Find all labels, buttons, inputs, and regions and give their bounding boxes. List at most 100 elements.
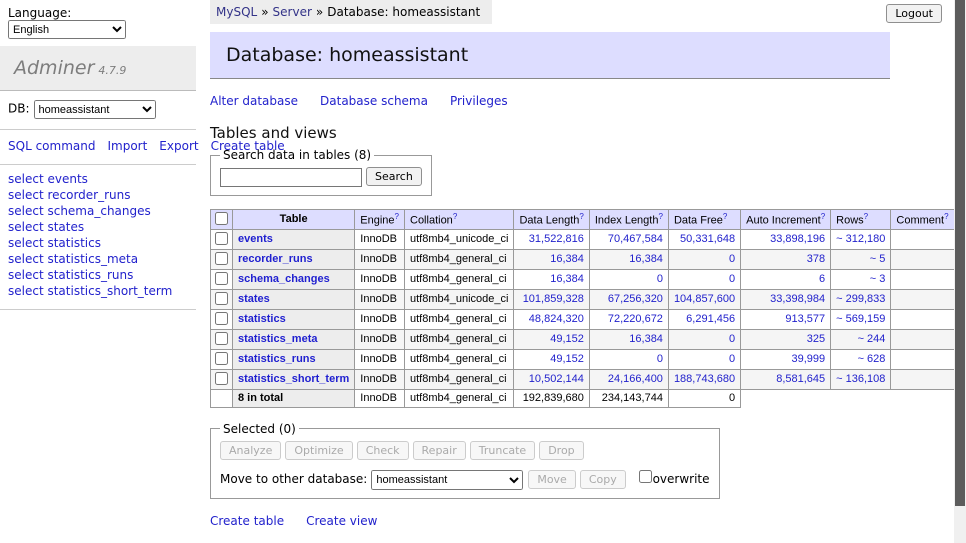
row-checkbox[interactable]: [215, 372, 228, 385]
auto-increment-link[interactable]: 39,999: [792, 353, 826, 365]
optimize-button[interactable]: Optimize: [285, 441, 352, 460]
index-length-link[interactable]: 16,384: [629, 253, 663, 265]
rows-count-link[interactable]: ~ 244: [858, 333, 886, 345]
table-name-link[interactable]: statistics_runs: [238, 353, 316, 365]
rows-count-link[interactable]: ~ 299,833: [836, 293, 885, 305]
table-name-link[interactable]: schema_changes: [238, 273, 330, 285]
help-link[interactable]: ?: [944, 212, 948, 221]
index-length-link[interactable]: 0: [657, 273, 663, 285]
sidebar-item-select-schema-changes[interactable]: select schema_changes: [8, 204, 188, 220]
rows-count-link[interactable]: ~ 312,180: [836, 233, 885, 245]
sidebar-action-sql-command[interactable]: SQL command: [8, 139, 95, 153]
table-name-link[interactable]: statistics: [238, 313, 286, 325]
analyze-button[interactable]: Analyze: [220, 441, 281, 460]
sidebar-action-import[interactable]: Import: [107, 139, 147, 153]
table-name-link[interactable]: events: [238, 233, 273, 245]
help-link[interactable]: ?: [864, 212, 868, 221]
row-checkbox[interactable]: [215, 352, 228, 365]
row-checkbox[interactable]: [215, 272, 228, 285]
logout-button[interactable]: Logout: [886, 4, 942, 23]
link-alter-database[interactable]: Alter database: [210, 94, 298, 108]
rows-count-link[interactable]: ~ 5: [870, 253, 886, 265]
row-checkbox[interactable]: [215, 312, 228, 325]
table-name-link[interactable]: statistics_meta: [238, 333, 318, 345]
sidebar-item-select-statistics-runs[interactable]: select statistics_runs: [8, 268, 188, 284]
row-checkbox[interactable]: [215, 232, 228, 245]
repair-button[interactable]: Repair: [413, 441, 466, 460]
row-checkbox[interactable]: [215, 332, 228, 345]
help-link[interactable]: ?: [821, 212, 825, 221]
truncate-button[interactable]: Truncate: [470, 441, 535, 460]
link-create-table[interactable]: Create table: [210, 514, 284, 528]
data-free-link[interactable]: 0: [729, 273, 735, 285]
scrollbar-thumb[interactable]: [955, 0, 965, 506]
data-free-link[interactable]: 50,331,648: [680, 233, 735, 245]
breadcrumb-item-server[interactable]: Server: [273, 5, 312, 19]
index-length-link[interactable]: 0: [657, 353, 663, 365]
sidebar-item-select-events[interactable]: select events: [8, 172, 188, 188]
rows-count-link[interactable]: ~ 136,108: [836, 373, 885, 385]
search-button[interactable]: Search: [366, 167, 422, 186]
index-length-link[interactable]: 24,166,400: [608, 373, 663, 385]
rows-count-link[interactable]: ~ 628: [858, 353, 886, 365]
data-length-link[interactable]: 48,824,320: [529, 313, 584, 325]
auto-increment-link[interactable]: 325: [807, 333, 825, 345]
data-length-link[interactable]: 101,859,328: [523, 293, 584, 305]
data-length-link[interactable]: 49,152: [550, 333, 584, 345]
row-checkbox[interactable]: [215, 292, 228, 305]
sidebar-action-export[interactable]: Export: [159, 139, 198, 153]
drop-button[interactable]: Drop: [539, 441, 583, 460]
help-link[interactable]: ?: [658, 212, 662, 221]
data-free-link[interactable]: 6,291,456: [686, 313, 735, 325]
copy-button[interactable]: Copy: [580, 470, 626, 489]
index-length-link[interactable]: 70,467,584: [608, 233, 663, 245]
data-free-link[interactable]: 0: [729, 333, 735, 345]
sidebar-item-select-recorder-runs[interactable]: select recorder_runs: [8, 188, 188, 204]
auto-increment-link[interactable]: 33,898,196: [770, 233, 825, 245]
data-length-link[interactable]: 16,384: [550, 273, 584, 285]
rows-count-link[interactable]: ~ 3: [870, 273, 886, 285]
sidebar-item-select-states[interactable]: select states: [8, 220, 188, 236]
breadcrumb-item-mysql[interactable]: MySQL: [216, 5, 257, 19]
auto-increment-link[interactable]: 378: [807, 253, 825, 265]
help-link[interactable]: ?: [395, 212, 399, 221]
language-select[interactable]: English: [8, 20, 126, 39]
table-name-link[interactable]: recorder_runs: [238, 253, 313, 265]
auto-increment-link[interactable]: 8,581,645: [776, 373, 825, 385]
data-length-link[interactable]: 49,152: [550, 353, 584, 365]
select-all-checkbox[interactable]: [215, 212, 228, 225]
help-link[interactable]: ?: [579, 212, 583, 221]
auto-increment-link[interactable]: 913,577: [785, 313, 825, 325]
row-checkbox[interactable]: [215, 252, 228, 265]
overwrite-checkbox[interactable]: [639, 470, 652, 483]
index-length-link[interactable]: 67,256,320: [608, 293, 663, 305]
help-link[interactable]: ?: [723, 212, 727, 221]
link-database-schema[interactable]: Database schema: [320, 94, 428, 108]
move-button[interactable]: Move: [528, 470, 576, 489]
data-free-link[interactable]: 0: [729, 253, 735, 265]
index-length-link[interactable]: 16,384: [629, 333, 663, 345]
data-free-link[interactable]: 0: [729, 353, 735, 365]
search-input[interactable]: [220, 168, 362, 187]
table-name-link[interactable]: states: [238, 293, 270, 305]
vertical-scrollbar[interactable]: [954, 0, 966, 543]
auto-increment-link[interactable]: 6: [819, 273, 825, 285]
rows-count-link[interactable]: ~ 569,159: [836, 313, 885, 325]
sidebar-item-select-statistics[interactable]: select statistics: [8, 236, 188, 252]
app-version[interactable]: 4.7.9: [98, 64, 126, 77]
db-select[interactable]: homeassistant: [34, 100, 156, 119]
link-create-view[interactable]: Create view: [306, 514, 377, 528]
data-length-link[interactable]: 16,384: [550, 253, 584, 265]
data-length-link[interactable]: 31,522,816: [529, 233, 584, 245]
sidebar-item-select-statistics-short-term[interactable]: select statistics_short_term: [8, 284, 188, 300]
auto-increment-link[interactable]: 33,398,984: [770, 293, 825, 305]
table-name-link[interactable]: statistics_short_term: [238, 373, 349, 385]
index-length-link[interactable]: 72,220,672: [608, 313, 663, 325]
sidebar-item-select-statistics-meta[interactable]: select statistics_meta: [8, 252, 188, 268]
data-free-link[interactable]: 188,743,680: [674, 373, 735, 385]
move-database-select[interactable]: homeassistant: [371, 470, 523, 490]
link-privileges[interactable]: Privileges: [450, 94, 508, 108]
data-free-link[interactable]: 104,857,600: [674, 293, 735, 305]
check-button[interactable]: Check: [357, 441, 409, 460]
help-link[interactable]: ?: [453, 212, 457, 221]
